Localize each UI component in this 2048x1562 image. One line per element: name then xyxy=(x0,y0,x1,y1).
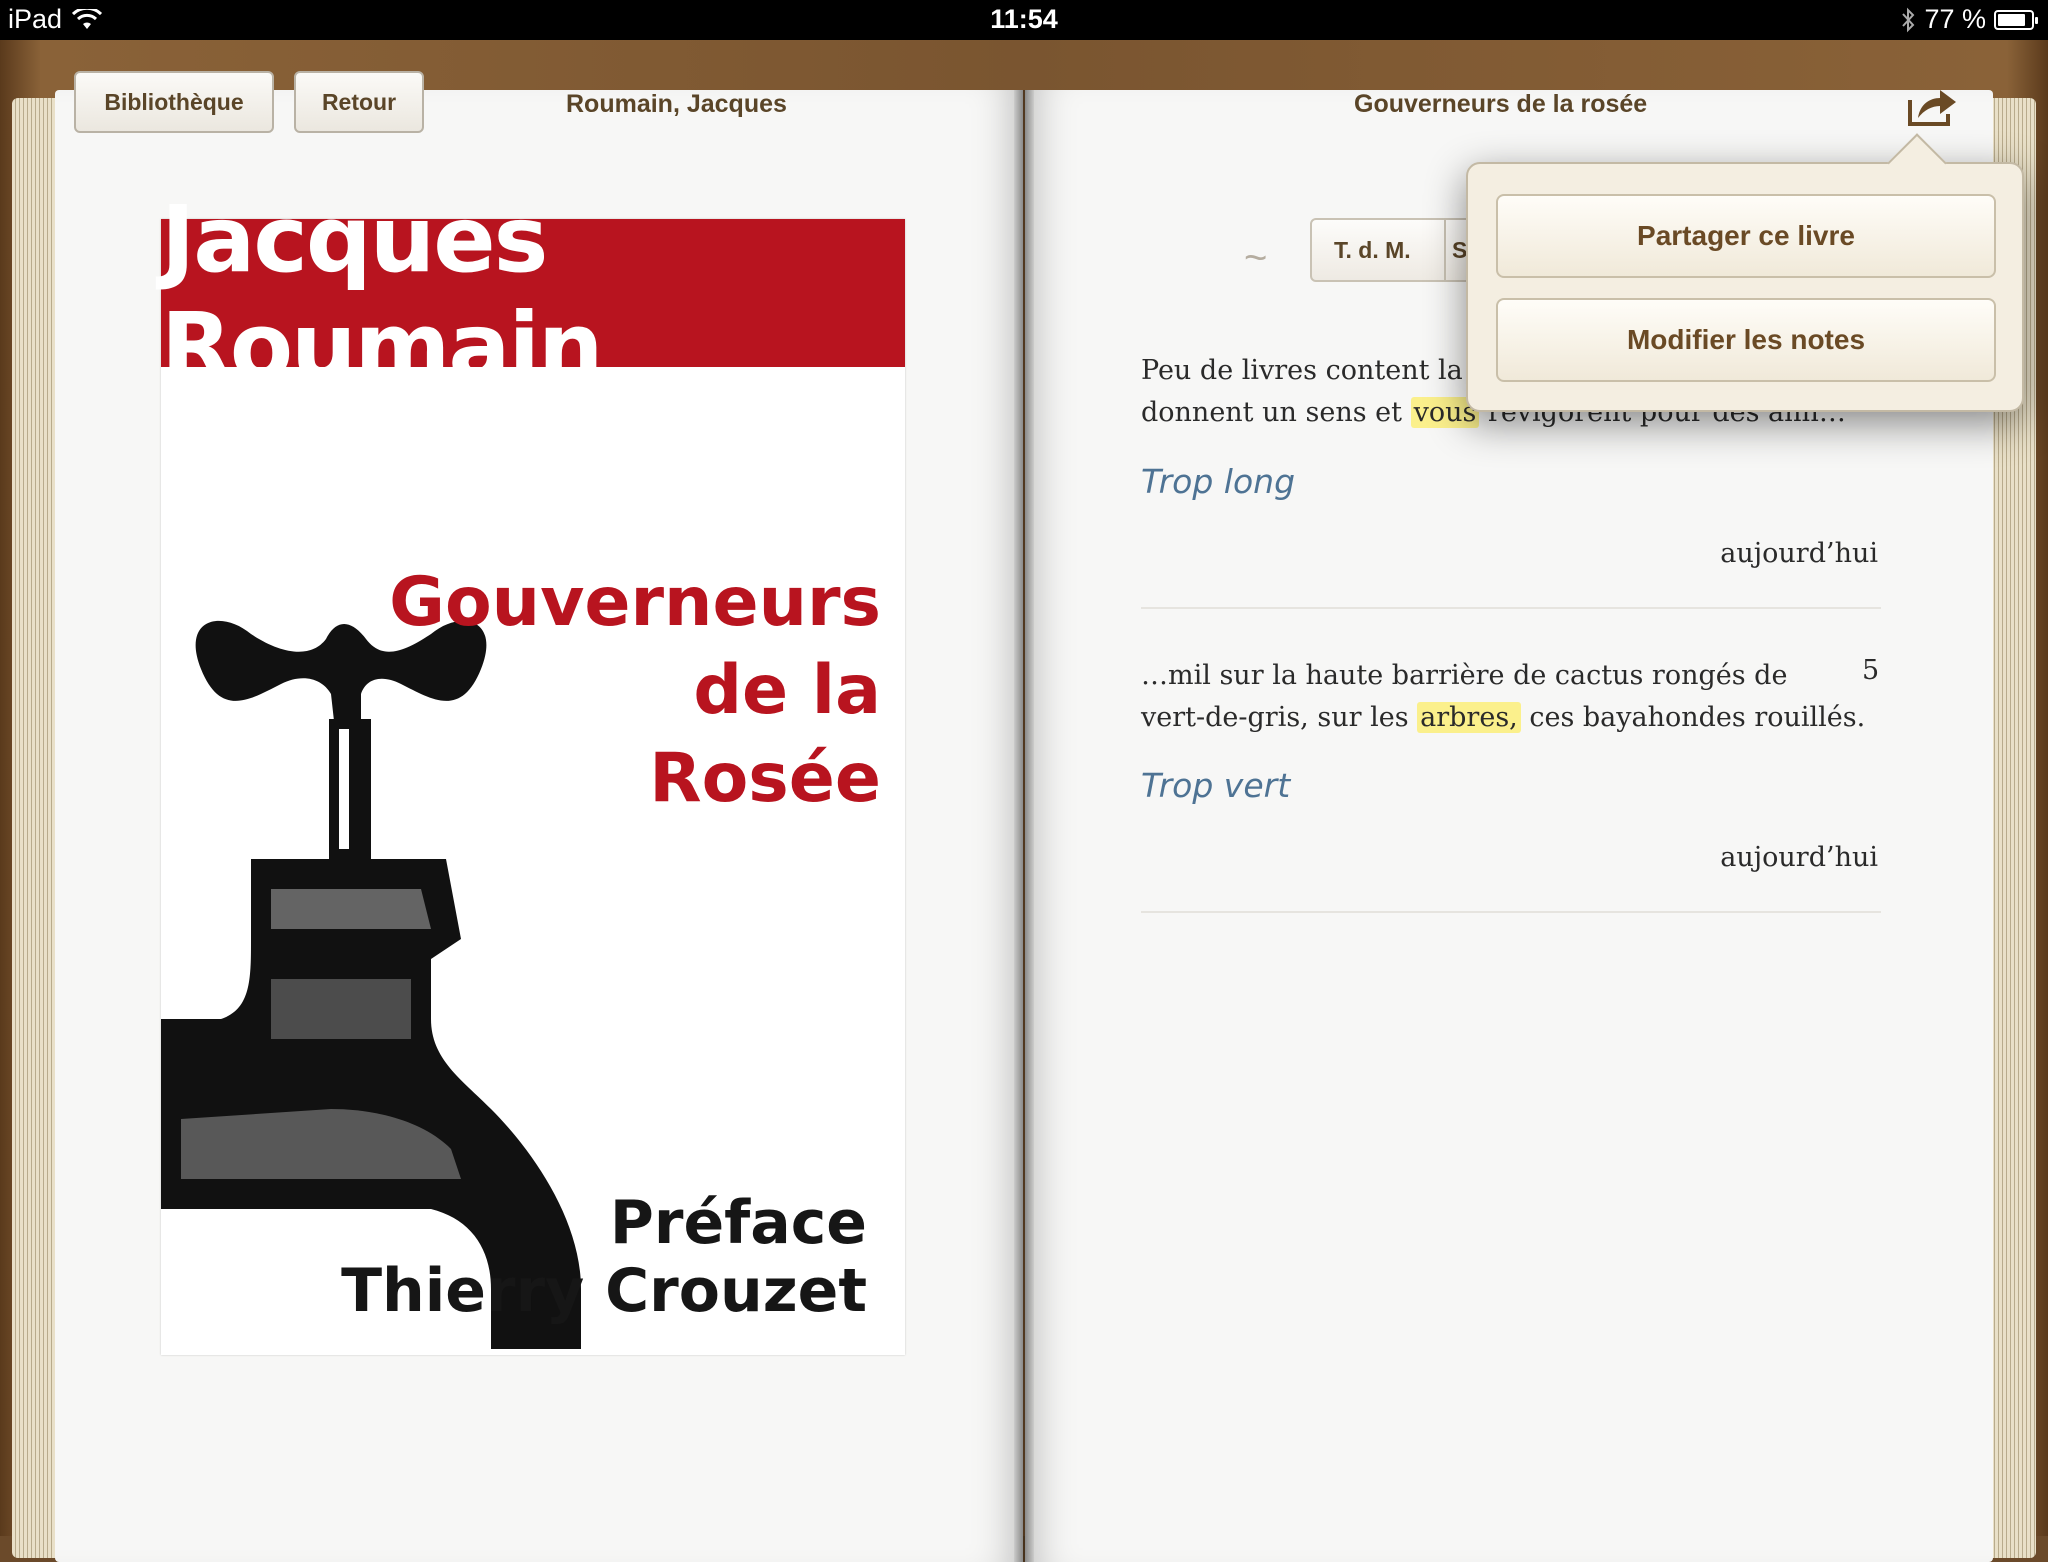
cover-preface-line: Préface xyxy=(609,1188,867,1258)
note-separator xyxy=(1141,607,1881,609)
note-text-part: vert-de-gris, sur les xyxy=(1141,702,1418,733)
toc-tab[interactable]: T. d. M. xyxy=(1312,237,1411,264)
note-separator xyxy=(1141,911,1881,913)
book-cover[interactable]: Jacques Roumain Gouverneurs de la Rosée … xyxy=(161,186,905,1355)
share-icon[interactable] xyxy=(1906,84,1958,128)
cover-title: Gouverneurs de la Rosée xyxy=(389,559,881,823)
segment-divider xyxy=(1444,220,1446,280)
share-popover: Partager ce livre Modifier les notes xyxy=(1466,133,2024,412)
cover-title-line: Rosée xyxy=(649,739,881,818)
note-text-part: ces bayahondes rouillés. xyxy=(1520,702,1866,733)
back-button[interactable]: Retour xyxy=(294,71,424,133)
clock: 11:54 xyxy=(990,4,1058,34)
bluetooth-icon xyxy=(1902,7,1915,32)
note-text-part: donnent un sens et xyxy=(1141,397,1411,428)
note-text-line: …mil sur la haute barrière de cactus ron… xyxy=(1141,660,1788,691)
note-date: aujourd’hui xyxy=(1720,538,1878,569)
battery-percent: 77 % xyxy=(1924,4,1986,34)
status-right: 77 % xyxy=(1900,4,2038,35)
note-date: aujourd’hui xyxy=(1720,842,1878,873)
cover-title-line: Gouverneurs xyxy=(389,563,881,642)
cover-author: Jacques Roumain xyxy=(161,186,905,400)
cover-preface: Préface Thierry Crouzet xyxy=(341,1189,867,1325)
book-title-header: Gouverneurs de la rosée xyxy=(1354,90,1648,118)
share-book-button[interactable]: Partager ce livre xyxy=(1496,194,1996,278)
note-comment[interactable]: Trop long xyxy=(1141,462,1295,501)
ornament-icon: ~ xyxy=(1244,236,1268,280)
cover-preface-line: Thierry Crouzet xyxy=(341,1256,867,1326)
library-button[interactable]: Bibliothèque xyxy=(74,71,274,133)
note-excerpt[interactable]: …mil sur la haute barrière de cactus ron… xyxy=(1141,655,1881,739)
book-spine xyxy=(1014,90,1034,1562)
cover-title-line: de la xyxy=(693,651,881,730)
battery-icon xyxy=(1994,9,2038,30)
note-page-number: 5 xyxy=(1862,655,1880,686)
edit-notes-button[interactable]: Modifier les notes xyxy=(1496,298,1996,382)
status-bar: iPad 11:54 77 % xyxy=(0,0,2048,40)
note-comment[interactable]: Trop vert xyxy=(1141,766,1290,805)
highlighted-word: arbres, xyxy=(1417,702,1521,733)
note-text-line: Peu de livres content la v xyxy=(1141,355,1487,386)
author-header: Roumain, Jacques xyxy=(566,90,787,118)
